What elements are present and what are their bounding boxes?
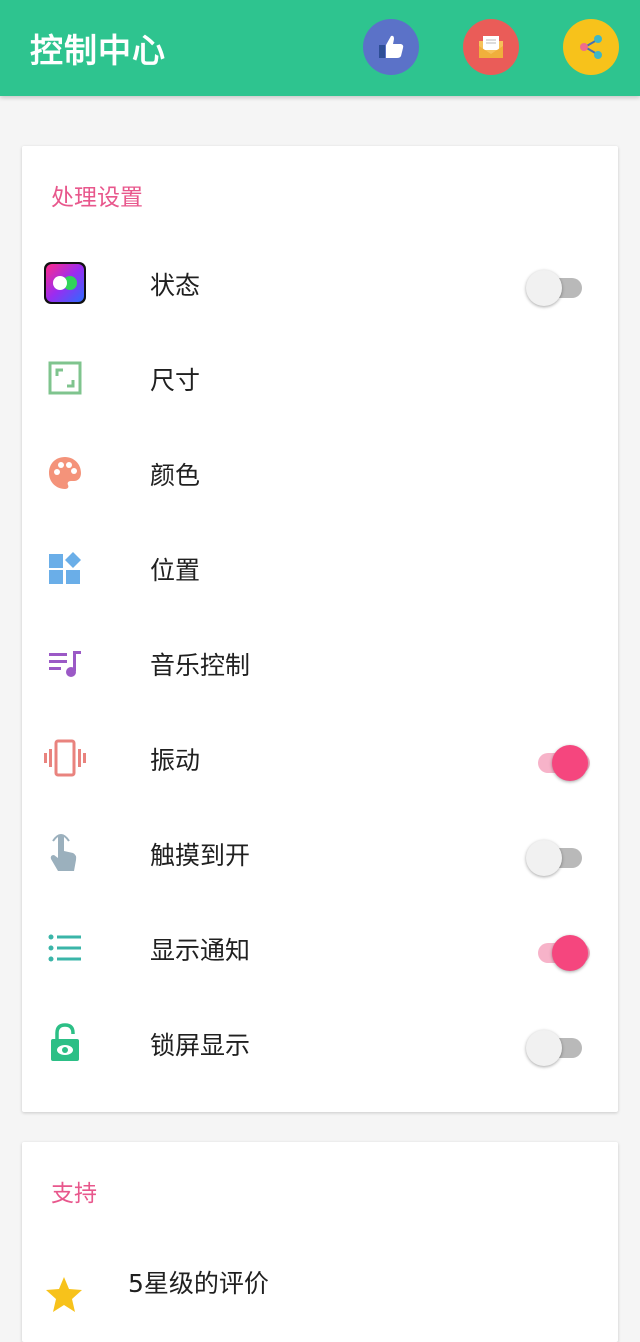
setting-row-vibration[interactable]: 振动: [22, 713, 618, 808]
mail-button[interactable]: [463, 19, 519, 75]
section-title-support: 支持: [51, 1181, 97, 1207]
list-icon: [48, 934, 81, 962]
palette-icon: [49, 457, 81, 489]
section-title-settings: 处理设置: [51, 185, 143, 211]
lockscreen-toggle[interactable]: [526, 1026, 588, 1066]
setting-label: 显示通知: [150, 936, 251, 965]
star-icon: [46, 1277, 82, 1312]
thumbs-up-icon: [379, 35, 404, 58]
settings-card: 处理设置 状态 尺寸 颜色 位置 音乐控制 振动 触摸到开 显示通知 锁屏显示: [22, 146, 618, 1112]
setting-label: 状态: [150, 271, 201, 300]
setting-row-color[interactable]: 颜色: [22, 428, 618, 523]
position-icon: [49, 552, 81, 584]
setting-row-lockscreen[interactable]: 锁屏显示: [22, 998, 618, 1093]
size-icon: [48, 361, 82, 395]
setting-label: 音乐控制: [150, 651, 251, 680]
music-icon: [49, 651, 81, 677]
vibration-icon: [44, 739, 86, 777]
setting-row-notification[interactable]: 显示通知: [22, 903, 618, 998]
setting-label: 颜色: [150, 461, 201, 490]
rating-label: 5星级的评价: [128, 1269, 269, 1298]
setting-label: 振动: [150, 746, 201, 775]
status-icon: [44, 262, 86, 304]
share-button[interactable]: [563, 19, 619, 75]
touch-icon: [50, 834, 77, 871]
setting-row-size[interactable]: 尺寸: [22, 333, 618, 428]
setting-row-touch[interactable]: 触摸到开: [22, 808, 618, 903]
setting-row-status[interactable]: 状态: [22, 238, 618, 333]
lock-icon: [51, 1023, 79, 1061]
notification-toggle[interactable]: [526, 931, 590, 971]
app-bar: 控制中心: [0, 0, 640, 96]
setting-label: 触摸到开: [150, 841, 251, 870]
setting-row-position[interactable]: 位置: [22, 523, 618, 618]
touch-toggle[interactable]: [526, 836, 588, 876]
setting-label: 位置: [150, 556, 201, 585]
mail-icon: [479, 36, 503, 58]
vibration-toggle[interactable]: [526, 741, 590, 781]
page-title: 控制中心: [30, 31, 166, 70]
like-button[interactable]: [363, 19, 419, 75]
setting-row-music[interactable]: 音乐控制: [22, 618, 618, 713]
setting-label: 尺寸: [150, 366, 201, 395]
share-icon: [580, 35, 602, 59]
support-card: 支持: [22, 1142, 618, 1342]
status-toggle[interactable]: [526, 266, 588, 306]
setting-label: 锁屏显示: [150, 1031, 251, 1060]
